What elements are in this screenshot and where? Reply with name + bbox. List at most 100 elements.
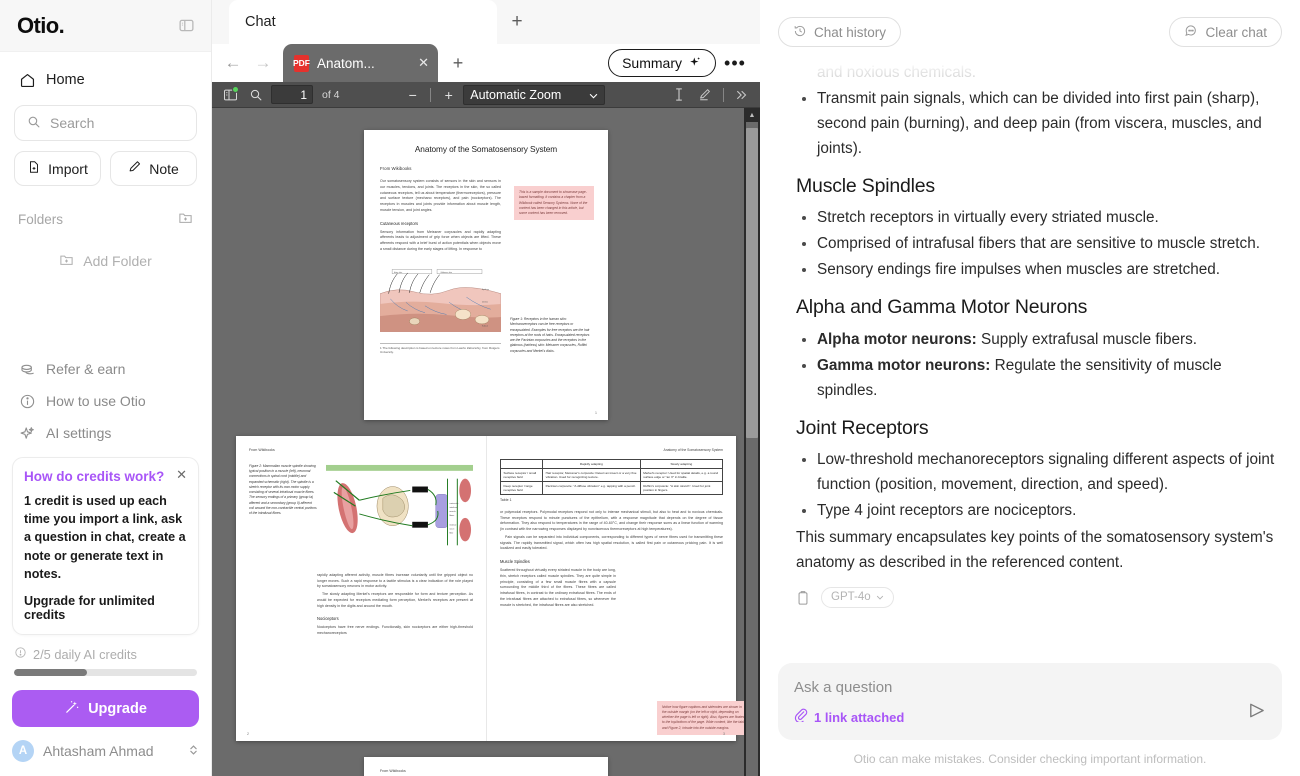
note-button[interactable]: Note bbox=[110, 151, 197, 186]
sidebar-item-label-home: Home bbox=[46, 72, 85, 88]
note-label: Note bbox=[149, 160, 179, 177]
table-cell: Pacinian corpuscle: "A diffuse vibration… bbox=[542, 481, 641, 495]
pdf-intro-paragraph: Our somatosensory system consists of sen… bbox=[380, 179, 501, 212]
sidebar-secondary-links: Refer & earn How to use Otio AI settings bbox=[0, 353, 211, 449]
sparkle-icon bbox=[688, 55, 702, 72]
svg-text:medical: medical bbox=[449, 524, 456, 526]
pdf-page2-columns: Figure 2: Mammalian muscle spindle showi… bbox=[249, 464, 473, 565]
table-cell: Merkel's receptor: Used for spatial deta… bbox=[639, 468, 724, 482]
sidebar-item-refer-earn[interactable]: Refer & earn bbox=[10, 353, 201, 385]
credits-meter-label-row: 2/5 daily AI credits bbox=[14, 646, 197, 662]
pdf-page-number-input[interactable]: 1 bbox=[271, 85, 313, 104]
pdf-page2-body: rapidly adapting afferent activity, musc… bbox=[317, 572, 473, 589]
more-options-button[interactable]: ••• bbox=[720, 48, 750, 78]
import-label: Import bbox=[48, 160, 88, 177]
import-button[interactable]: Import bbox=[14, 151, 101, 186]
chat-input-placeholder[interactable]: Ask a question bbox=[794, 679, 1266, 696]
pdf-receptor-table: Rapidly adapting Slowly adapting Surface… bbox=[499, 459, 724, 495]
pdf-page3-running-head: Anatomy of the Somatosensory System bbox=[663, 448, 723, 452]
message-bullet-list-muscle-spindles: Stretch receptors in virtually every str… bbox=[796, 206, 1282, 283]
pdf-viewer: 1 of 4 − + Automatic Zoom Anatomy of the… bbox=[212, 82, 760, 776]
table-header-cell: Rapidly adapting bbox=[542, 459, 641, 469]
list-item-bold: Gamma motor neurons: bbox=[817, 356, 991, 374]
search-placeholder: Search bbox=[50, 115, 95, 131]
pdf-page1-main-column: Our somatosensory system consists of sen… bbox=[380, 179, 501, 354]
table-row: Deep receptor / large receptive field Pa… bbox=[499, 481, 724, 495]
document-panel: Chat + ← → PDF Anatom... ✕ + Summary •••… bbox=[212, 0, 760, 776]
copy-icon[interactable] bbox=[796, 590, 810, 606]
add-folder-label: Add Folder bbox=[83, 253, 152, 269]
pen-icon[interactable] bbox=[694, 85, 716, 105]
upgrade-button[interactable]: Upgrade bbox=[12, 690, 199, 727]
close-icon[interactable]: ✕ bbox=[170, 468, 187, 481]
list-item: Alpha motor neurons: Supply extrafusal m… bbox=[817, 328, 1282, 353]
sidebar-item-how-to-use[interactable]: How to use Otio bbox=[10, 385, 201, 417]
user-account-row[interactable]: A Ahtasham Ahmad bbox=[12, 740, 199, 762]
pdf-find-icon[interactable] bbox=[245, 85, 267, 105]
magic-wand-icon bbox=[64, 699, 80, 719]
svg-text:Hairy skin: Hairy skin bbox=[394, 271, 402, 274]
pdf-sidebar-toggle-icon[interactable] bbox=[219, 85, 241, 105]
forward-button[interactable]: → bbox=[250, 50, 276, 76]
panel-toggle-icon[interactable] bbox=[178, 17, 195, 34]
attachment-chip[interactable]: 1 link attached bbox=[794, 708, 1266, 727]
chat-bubble-icon bbox=[1184, 24, 1198, 41]
sparkle-icon bbox=[18, 424, 36, 442]
clear-chat-button[interactable]: Clear chat bbox=[1169, 17, 1282, 47]
back-button[interactable]: ← bbox=[220, 50, 246, 76]
pdf-page-number-3: 3 bbox=[723, 732, 725, 736]
double-chevron-right-icon[interactable] bbox=[731, 85, 753, 105]
list-item: Comprised of intrafusal fibers that are … bbox=[817, 232, 1282, 257]
pdf-page2-source: From Wikibooks bbox=[249, 448, 275, 452]
sidebar-link-label: AI settings bbox=[46, 425, 112, 442]
table-row: Surface receptor / small receptive field… bbox=[499, 468, 724, 482]
zoom-out-button[interactable]: − bbox=[402, 85, 423, 105]
pdf-page3-body-2: Pain signals can be separated into indiv… bbox=[500, 534, 723, 551]
svg-text:fibres: fibres bbox=[449, 514, 454, 517]
credits-card-header: How do credits work? ✕ bbox=[24, 468, 187, 486]
add-folder-button[interactable]: Add Folder bbox=[10, 252, 201, 270]
pdf-scrollbar-thumb[interactable] bbox=[746, 128, 758, 438]
tab-chat-label: Chat bbox=[245, 14, 276, 30]
text-cursor-icon[interactable] bbox=[668, 85, 690, 105]
pdf-byline: From Wikibooks bbox=[380, 166, 412, 171]
search-input[interactable]: Search bbox=[14, 105, 197, 141]
model-selector[interactable]: GPT-4o bbox=[821, 587, 894, 609]
folders-section-header: Folders bbox=[18, 210, 193, 228]
summary-label: Summary bbox=[622, 55, 682, 71]
pdf-page2-section-body: Nociceptors have free nerve endings. Fun… bbox=[317, 625, 473, 636]
tab-chat[interactable]: Chat bbox=[229, 0, 497, 44]
zoom-level-select[interactable]: Automatic Zoom bbox=[463, 84, 606, 105]
summary-button[interactable]: Summary bbox=[608, 49, 716, 77]
pdf-page-1: Anatomy of the Somatosensory System From… bbox=[364, 130, 608, 420]
svg-text:nerve: nerve bbox=[449, 527, 454, 530]
chat-history-button[interactable]: Chat history bbox=[778, 17, 902, 47]
sidebar-status-dot bbox=[232, 85, 239, 93]
svg-text:intrafusal: intrafusal bbox=[449, 506, 457, 509]
pdf-figure-caption-1: Figure 1: Receptors in the human skin: M… bbox=[510, 317, 590, 353]
send-button[interactable] bbox=[1247, 701, 1266, 725]
new-tab-button[interactable]: + bbox=[497, 0, 537, 44]
add-folder-icon[interactable] bbox=[178, 210, 193, 228]
pdf-pink-note-1: This is a sample document to showcase pa… bbox=[514, 186, 594, 221]
pdf-scrollbar[interactable]: ▲ ▼ bbox=[744, 108, 760, 776]
pdf-page-total: of 4 bbox=[322, 88, 340, 101]
pdf-scroll-area[interactable]: Anatomy of the Somatosensory System From… bbox=[212, 108, 760, 776]
chevron-updown-icon[interactable] bbox=[188, 743, 199, 760]
close-icon[interactable]: ✕ bbox=[418, 55, 429, 71]
chat-composer[interactable]: Ask a question 1 link attached bbox=[778, 663, 1282, 740]
add-document-button[interactable]: + bbox=[442, 44, 474, 82]
message-closing-paragraph: This summary encapsulates key points of … bbox=[796, 529, 1274, 572]
sidebar-item-home[interactable]: Home bbox=[10, 64, 201, 96]
scroll-up-arrow-icon[interactable]: ▲ bbox=[744, 108, 760, 122]
document-tab-anatomy[interactable]: PDF Anatom... ✕ bbox=[283, 44, 438, 82]
home-icon bbox=[18, 71, 36, 89]
pdf-page2-section: Nociceptors bbox=[317, 616, 339, 622]
table-cell: Ruffini's corpuscle: "A skin stretch". U… bbox=[639, 481, 724, 495]
credits-card-upgrade-line: Upgrade for unlimited credits bbox=[24, 594, 155, 622]
message-bullet-list-joint-receptors: Low-threshold mechanoreceptors signaling… bbox=[796, 448, 1282, 524]
zoom-in-button[interactable]: + bbox=[438, 85, 459, 105]
pdf-page-number-1: 1 bbox=[595, 411, 597, 415]
sidebar-item-ai-settings[interactable]: AI settings bbox=[10, 417, 201, 449]
